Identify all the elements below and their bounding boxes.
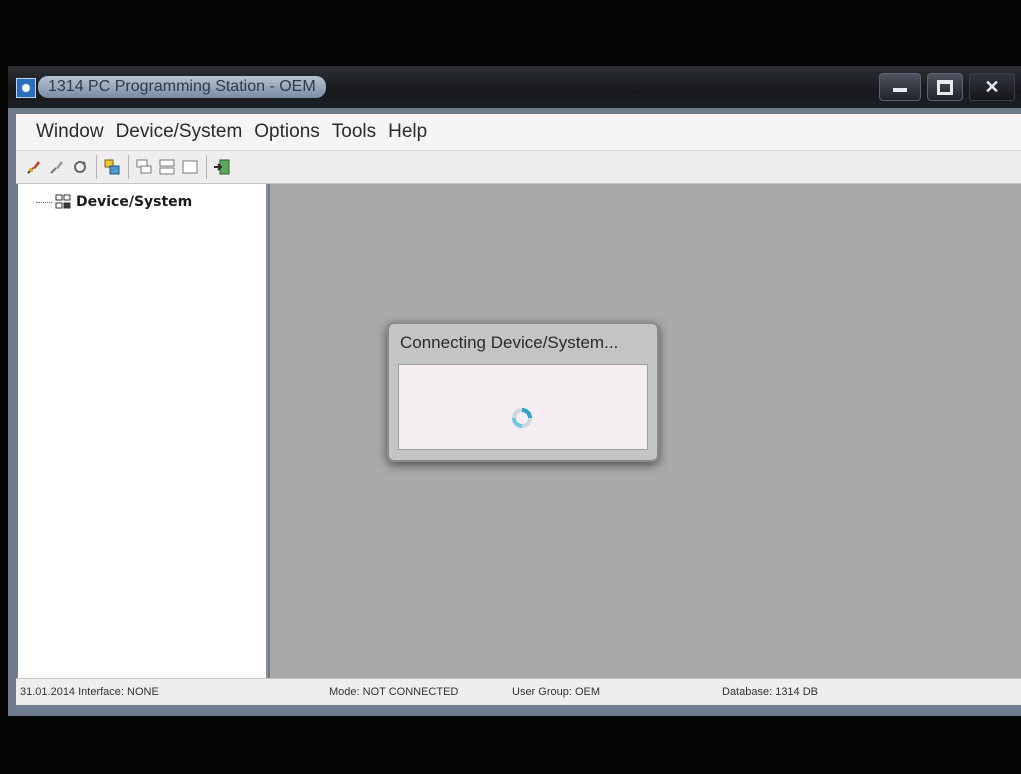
status-database: Database: 1314 DB (722, 686, 819, 698)
minimize-icon (893, 88, 907, 92)
loading-spinner-icon (512, 408, 532, 428)
cascade-windows-icon (136, 159, 152, 174)
app-icon (16, 78, 36, 98)
status-bar: 31.01.2014 Interface: NONE Mode: NOT CON… (16, 678, 1021, 705)
device-tree-pane: Device/System (18, 184, 268, 678)
menu-bar: Window Device/System Options Tools Help (16, 114, 1021, 150)
menu-options[interactable]: Options (254, 121, 319, 143)
device-system-icon (55, 194, 71, 209)
minimize-button[interactable] (879, 73, 921, 101)
status-mode: Mode: NOT CONNECTED (329, 686, 459, 698)
maximize-icon (937, 79, 953, 95)
single-window-button[interactable] (180, 157, 200, 177)
database-icon (104, 159, 120, 175)
toolbar-separator (96, 155, 97, 179)
mdi-workspace: Connecting Device/System... (270, 184, 1021, 678)
single-window-icon (182, 160, 198, 174)
cascade-windows-button[interactable] (134, 157, 154, 177)
status-date-interface: 31.01.2014 Interface: NONE (20, 686, 159, 698)
disconnect-button[interactable] (47, 157, 67, 177)
tile-windows-button[interactable] (157, 157, 177, 177)
application-window: 1314 PC Programming Station - OEM ✕ Wind… (8, 66, 1021, 716)
tree-node-device-system[interactable]: Device/System (36, 194, 192, 210)
database-button[interactable] (102, 157, 122, 177)
tree-node-label: Device/System (76, 194, 193, 210)
close-icon: ✕ (984, 76, 1000, 97)
dialog-title: Connecting Device/System... (400, 333, 619, 352)
menu-window[interactable]: Window (36, 121, 104, 143)
connect-icon (27, 161, 40, 174)
menu-tools[interactable]: Tools (332, 121, 376, 143)
title-bar[interactable]: 1314 PC Programming Station - OEM ✕ (8, 66, 1021, 108)
close-button[interactable]: ✕ (969, 73, 1015, 101)
toolbar (16, 150, 1021, 184)
connect-button[interactable] (24, 157, 44, 177)
window-controls: ✕ (879, 73, 1015, 101)
disconnect-icon (50, 161, 63, 174)
maximize-button[interactable] (927, 73, 963, 101)
tree-connector (36, 201, 52, 203)
menu-help[interactable]: Help (388, 121, 427, 143)
toolbar-separator (128, 155, 129, 179)
connecting-dialog: Connecting Device/System... (387, 322, 659, 462)
toolbar-separator (206, 155, 207, 179)
refresh-button[interactable] (70, 157, 90, 177)
exit-icon (214, 159, 230, 175)
exit-button[interactable] (212, 157, 232, 177)
refresh-icon (74, 161, 86, 173)
dialog-body (398, 364, 648, 450)
tile-windows-icon (159, 159, 175, 175)
menu-device-system[interactable]: Device/System (116, 121, 243, 143)
status-user-group: User Group: OEM (512, 686, 601, 698)
window-title: 1314 PC Programming Station - OEM (38, 76, 326, 98)
